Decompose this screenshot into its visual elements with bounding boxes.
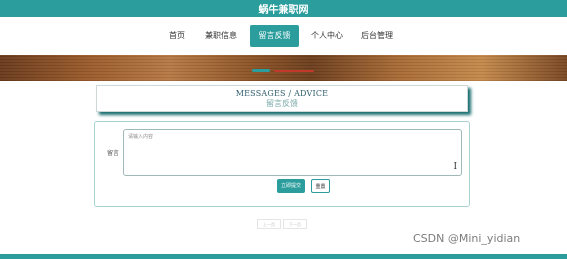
message-placeholder: 请输入内容 — [128, 134, 154, 140]
nav-item-admin[interactable]: 后台管理 — [354, 27, 400, 45]
footer-bar — [0, 254, 567, 259]
message-textarea[interactable]: 请输入内容 I — [123, 129, 462, 176]
section-header: MESSAGES / ADVICE 留言反馈 — [96, 85, 468, 112]
banner-image — [0, 55, 567, 81]
top-header-bar: 蜗牛兼职网 — [0, 0, 567, 17]
section-title-en: MESSAGES / ADVICE — [235, 89, 329, 98]
nav-item-jobs[interactable]: 兼职信息 — [201, 27, 241, 45]
message-label: 留言 — [107, 150, 120, 157]
prev-page-button[interactable]: 上一页 — [257, 219, 281, 229]
nav-item-home[interactable]: 首页 — [163, 27, 191, 45]
feedback-form: 留言 请输入内容 I 立即提交 重置 — [94, 121, 470, 207]
text-cursor-icon: I — [453, 162, 457, 172]
slider-indicator[interactable] — [274, 70, 314, 72]
next-page-button[interactable]: 下一页 — [283, 219, 307, 229]
section-title-zh: 留言反馈 — [266, 99, 298, 108]
site-title: 蜗牛兼职网 — [258, 5, 309, 16]
reset-button[interactable]: 重置 — [311, 179, 330, 193]
nav-item-feedback[interactable]: 留言反馈 — [250, 25, 299, 47]
main-nav: 首页 兼职信息 留言反馈 个人中心 后台管理 — [0, 17, 567, 55]
watermark: CSDN @Mini_yidian — [413, 232, 521, 245]
slider-indicator-active[interactable] — [252, 69, 270, 72]
nav-item-user-center[interactable]: 个人中心 — [307, 27, 347, 45]
submit-button[interactable]: 立即提交 — [277, 179, 305, 193]
